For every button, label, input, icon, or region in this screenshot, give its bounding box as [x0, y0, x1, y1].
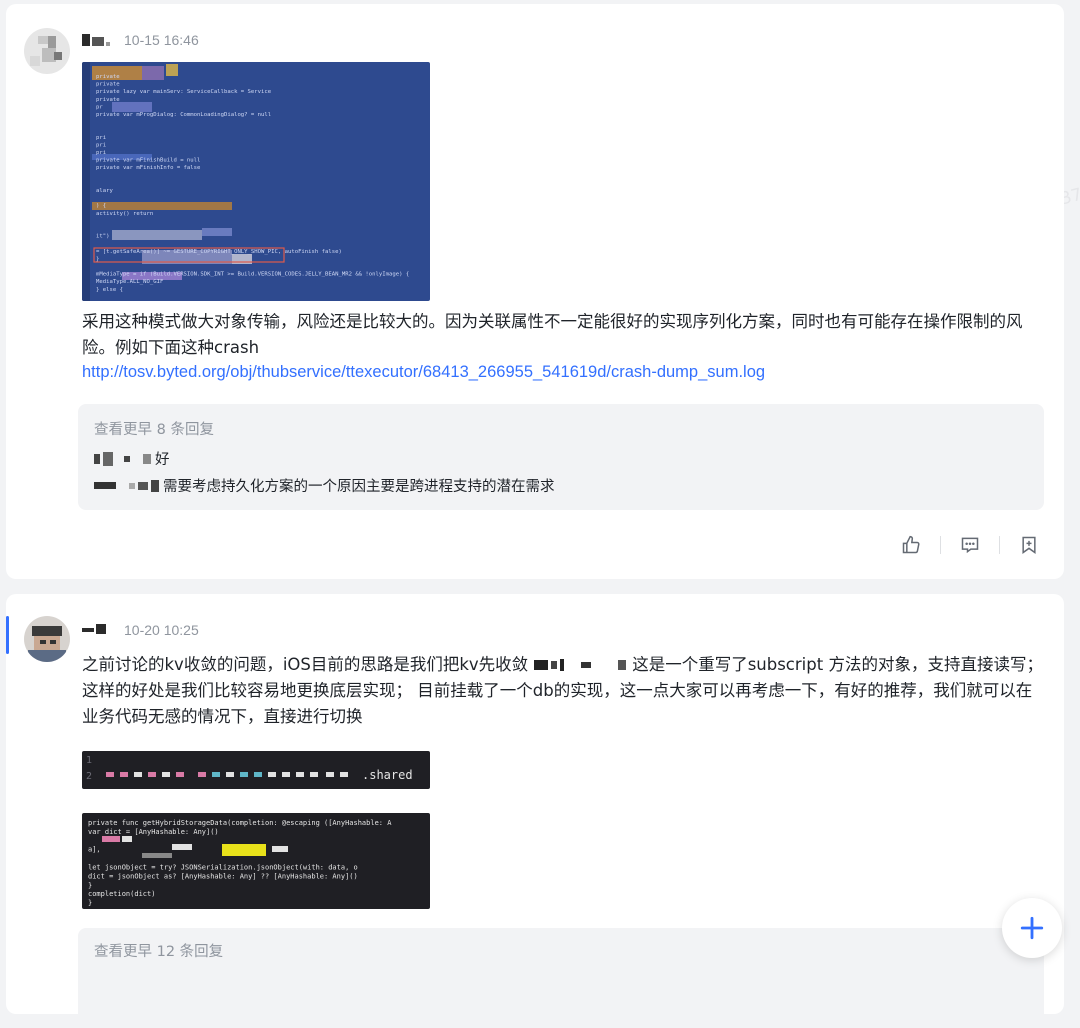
- comment-card: 10-20 10:25 之前讨论的kv收敛的问题，iOS目前的思路是我们把kv先…: [6, 594, 1064, 1028]
- author-name[interactable]: [82, 624, 106, 634]
- code-line: = [t.getSafeArea()] ~= GESTURE_COPYRIGHT…: [96, 249, 342, 255]
- gutter: [82, 62, 90, 301]
- redaction-block: [142, 66, 164, 80]
- redaction-block: [222, 844, 266, 856]
- code-line: private var mFinishInfo = false: [96, 165, 201, 171]
- reply-text: 好: [155, 452, 170, 468]
- redaction-block: [102, 836, 120, 842]
- code-line: private: [96, 82, 120, 88]
- code-line: private func getHybridStorageData(comple…: [88, 819, 392, 827]
- code-line: private lazy var mainServ: ServiceCallba…: [96, 89, 272, 95]
- view-earlier-replies[interactable]: 查看更早 8 条回复: [94, 418, 214, 439]
- code-line: }: [88, 899, 92, 907]
- code-snippet-function[interactable]: private func getHybridStorageData(comple…: [82, 813, 430, 909]
- code-line: private var mProgDialog: CommonLoadingDi…: [96, 112, 271, 118]
- code-suffix: .shared: [362, 768, 413, 782]
- comment-text-part: 之前讨论的kv收敛的问题，iOS目前的思路是我们把kv先收敛: [82, 655, 529, 674]
- comment-text: 采用这种模式做大对象传输，风险还是比较大的。因为关联属性不一定能很好的实现序列化…: [82, 312, 1023, 357]
- comment-icon[interactable]: [959, 534, 981, 556]
- redaction-block: [92, 202, 232, 210]
- code-line: it"): [96, 234, 109, 240]
- comment-text: 之前讨论的kv收敛的问题，iOS目前的思路是我们把kv先收敛 这是一个重写了sub…: [82, 652, 1047, 730]
- code-line: pri: [96, 135, 106, 141]
- log-link[interactable]: http://tosv.byted.org/obj/thubservice/tt…: [82, 363, 765, 382]
- redaction-block: [272, 846, 288, 852]
- code-line: a],: [88, 846, 101, 854]
- code-line: private: [96, 97, 120, 103]
- redaction-block: [142, 853, 172, 858]
- avatar[interactable]: [24, 616, 70, 662]
- timestamp: 10-15 16:46: [124, 32, 199, 48]
- code-line: ) {: [96, 203, 106, 209]
- comment-card: 10-15 16:46 private private private lazy v…: [6, 4, 1064, 579]
- code-line: }: [96, 256, 99, 262]
- code-line: dict = jsonObject as? [AnyHashable: Any]…: [88, 872, 358, 880]
- redaction-block: [166, 64, 178, 76]
- code-line: pri: [96, 142, 106, 148]
- code-line: private var mFinishBuild = null: [96, 158, 200, 164]
- bookmark-icon[interactable]: [1018, 534, 1040, 556]
- redaction-block: [202, 228, 232, 236]
- author-name[interactable]: [82, 34, 110, 46]
- redaction-block: [112, 102, 152, 112]
- line-number: 2: [86, 771, 92, 782]
- replies-panel: 查看更早 12 条回复: [78, 928, 1044, 1028]
- divider: [999, 536, 1000, 554]
- reply-item: 需要考虑持久化方案的一个原因主要是跨进程支持的潜在需求: [94, 475, 555, 496]
- redacted-text: [534, 659, 627, 671]
- add-comment-button[interactable]: [1002, 898, 1062, 958]
- line-number: 1: [86, 755, 92, 766]
- code-snippet-svg: 1 2 .shared: [86, 755, 413, 782]
- code-snippet-svg: private func getHybridStorageData(comple…: [88, 819, 392, 907]
- code-line: pri: [96, 150, 106, 156]
- code-line: mMediaType = if (Build.VERSION.SDK_INT >…: [96, 272, 409, 278]
- redaction-block: [112, 230, 202, 240]
- code-snippet-shared[interactable]: 1 2 .shared: [82, 751, 430, 789]
- redaction-block: [122, 836, 132, 842]
- plus-icon: [1020, 916, 1044, 940]
- code-screenshot-svg: privateprivateprivate lazy var mainServ:…: [82, 62, 409, 301]
- code-line: var dict = [AnyHashable: Any](): [88, 828, 219, 836]
- code-line: completion(dict): [88, 890, 155, 898]
- divider: [940, 536, 941, 554]
- code-line: let jsonObject = try? JSONSerialization.…: [88, 864, 358, 872]
- code-line: }: [88, 881, 92, 889]
- code-line: pr: [96, 104, 103, 110]
- view-earlier-replies[interactable]: 查看更早 12 条回复: [94, 940, 223, 961]
- reply-item: 好: [94, 448, 170, 469]
- code-line: alary: [96, 188, 113, 194]
- avatar[interactable]: [24, 28, 70, 74]
- reply-text: 需要考虑持久化方案的一个原因主要是跨进程支持的潜在需求: [163, 479, 555, 495]
- thumbs-up-icon[interactable]: [900, 534, 922, 556]
- redaction-block: [172, 844, 192, 850]
- code-screenshot[interactable]: private private private lazy var mainServ:…: [82, 62, 430, 301]
- reply-author[interactable]: [94, 451, 151, 466]
- timestamp: 10-20 10:25: [124, 622, 199, 638]
- reply-author[interactable]: [94, 479, 159, 492]
- code-line: MediaType.ALL_NO_GIF: [96, 279, 164, 285]
- active-indicator: [6, 616, 9, 654]
- code-line: } else {: [96, 287, 123, 293]
- action-bar: [900, 534, 1040, 556]
- replies-panel: 查看更早 8 条回复 好 需要考虑持久化方案的一个原因主要是跨进程支持的潜在需求: [78, 404, 1044, 510]
- code-line: private: [96, 74, 120, 80]
- code-line: activity() return: [96, 211, 153, 217]
